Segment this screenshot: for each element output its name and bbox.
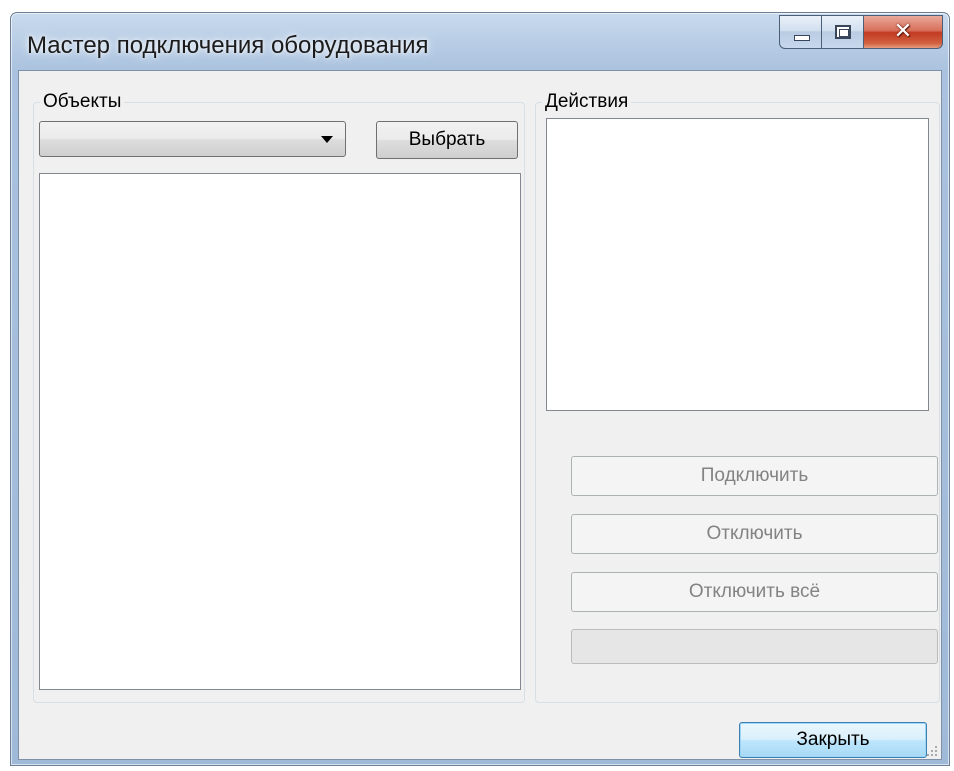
- maximize-button[interactable]: [821, 15, 863, 49]
- window-title: Мастер подключения оборудования: [27, 32, 429, 59]
- objects-legend: Объекты: [40, 92, 125, 112]
- minimize-icon: [794, 35, 810, 41]
- dialog-client-area: Объекты Выбрать Действия Подключить Откл…: [18, 70, 942, 760]
- actions-listbox[interactable]: [546, 118, 929, 411]
- disconnect-button[interactable]: Отключить: [571, 514, 938, 554]
- progress-bar: [571, 629, 938, 664]
- disconnect-all-button[interactable]: Отключить всё: [571, 572, 938, 612]
- objects-listbox[interactable]: [39, 173, 521, 690]
- actions-legend: Действия: [542, 92, 632, 112]
- objects-groupbox: Объекты Выбрать: [33, 92, 525, 703]
- chevron-down-icon[interactable]: [321, 136, 333, 143]
- select-button[interactable]: Выбрать: [376, 121, 518, 159]
- close-icon: ✕: [893, 19, 913, 44]
- objects-combobox[interactable]: [39, 121, 346, 157]
- minimize-button[interactable]: [779, 15, 821, 49]
- title-bar[interactable]: Мастер подключения оборудования ✕: [11, 13, 949, 75]
- dialog-window: Мастер подключения оборудования ✕ Объект…: [10, 12, 950, 766]
- caption-buttons: ✕: [779, 15, 943, 49]
- connect-button[interactable]: Подключить: [571, 456, 938, 496]
- maximize-icon: [835, 25, 851, 39]
- actions-groupbox: Действия Подключить Отключить Отключить …: [535, 92, 940, 703]
- close-button[interactable]: Закрыть: [739, 722, 927, 758]
- size-grip-icon[interactable]: [925, 744, 937, 756]
- close-window-button[interactable]: ✕: [863, 15, 943, 49]
